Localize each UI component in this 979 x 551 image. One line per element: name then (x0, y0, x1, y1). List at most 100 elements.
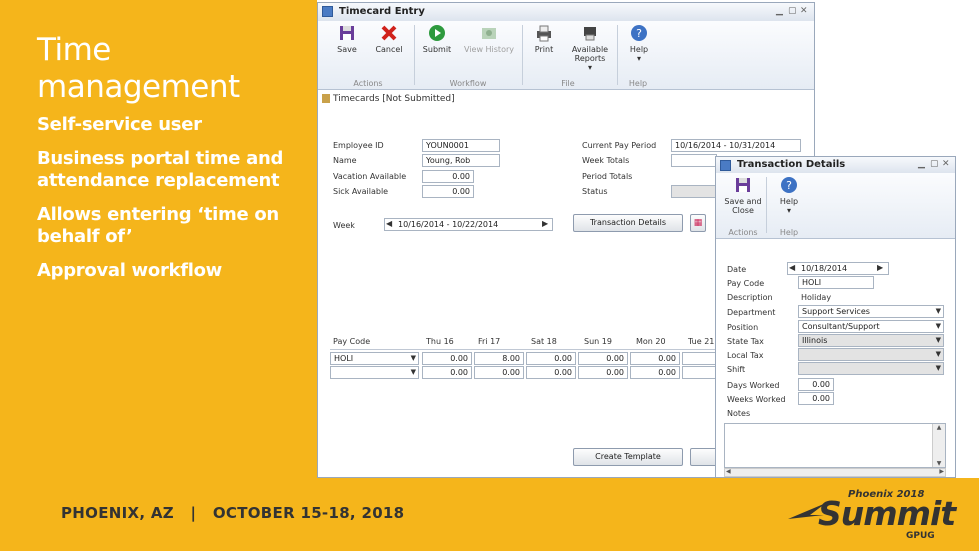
grid-header-day: Sat 18 (531, 337, 557, 346)
ribbon-separator (414, 25, 415, 85)
help-button[interactable]: ? Help ▾ (768, 176, 810, 215)
prev-date-icon[interactable]: ◀ (789, 263, 795, 272)
bullet-item: Approval workflow (37, 260, 222, 281)
horizontal-scrollbar[interactable]: ◀ ▶ (724, 468, 946, 477)
hours-cell[interactable]: 0.00 (630, 366, 680, 379)
grid-header-day: Sun 19 (584, 337, 612, 346)
bullet-item: Allows entering ‘time on behalf of’ (37, 204, 279, 247)
next-week-icon[interactable]: ▶ (542, 219, 548, 228)
description-value: Holiday (801, 293, 832, 302)
minimize-icon[interactable]: ▁ (776, 6, 783, 16)
save-and-close-button[interactable]: Save and Close (720, 176, 766, 215)
view-history-label: View History (464, 45, 514, 54)
employee-id-field[interactable]: YOUN0001 (422, 139, 500, 152)
week-value: 10/16/2014 - 10/22/2014 (398, 220, 499, 229)
available-reports-button[interactable]: Available Reports ▾ (568, 24, 612, 72)
hours-cell[interactable]: 0.00 (630, 352, 680, 365)
prev-week-icon[interactable]: ◀ (386, 219, 392, 228)
sick-available-label: Sick Available (333, 187, 389, 196)
window-title: Transaction Details (737, 159, 846, 170)
current-pay-period-field: 10/16/2014 - 10/31/2014 (671, 139, 801, 152)
weeks-worked-field[interactable]: 0.00 (798, 392, 834, 405)
print-button[interactable]: Print (523, 24, 565, 54)
shift-select[interactable]: ▼ (798, 362, 944, 375)
department-label: Department (727, 308, 776, 317)
hours-cell[interactable] (682, 352, 716, 365)
logo-main-text: Summit (818, 494, 956, 533)
cancel-button[interactable]: Cancel (368, 24, 410, 54)
week-selector[interactable]: 10/16/2014 - 10/22/2014 (384, 218, 553, 231)
department-select[interactable]: Support Services ▼ (798, 305, 944, 318)
hours-cell[interactable]: 8.00 (474, 352, 524, 365)
svg-text:?: ? (786, 179, 792, 192)
hours-cell[interactable]: 0.00 (526, 352, 576, 365)
status-label: Status (582, 187, 608, 196)
slide-panel: Time management Self-service user Busine… (0, 0, 317, 478)
chevron-down-icon: ▼ (410, 354, 416, 362)
scroll-left-icon[interactable]: ◀ (726, 468, 731, 475)
minimize-icon[interactable]: ▁ (918, 159, 925, 169)
paycode-select[interactable]: ▼ (330, 366, 419, 379)
hours-cell[interactable]: 0.00 (578, 352, 628, 365)
date-label: Date (727, 265, 747, 274)
window-title: Timecard Entry (339, 6, 425, 17)
hours-cell[interactable]: 0.00 (422, 366, 472, 379)
scroll-right-icon[interactable]: ▶ (939, 468, 944, 475)
date-value: 10/18/2014 (801, 264, 848, 273)
shift-label: Shift (727, 365, 746, 374)
state-tax-select[interactable]: Illinois ▼ (798, 334, 944, 347)
pay-code-field: HOLI (798, 276, 874, 289)
week-totals-label: Week Totals (582, 156, 630, 165)
available-reports-label: Available Reports (571, 45, 609, 63)
transaction-details-button[interactable]: Transaction Details (573, 214, 683, 232)
bullet-item: Self-service user (37, 114, 202, 135)
date-field[interactable]: 10/18/2014 (787, 262, 889, 275)
window-titlebar: Timecard Entry ▁ ▢ ✕ (318, 3, 814, 22)
calendar-button[interactable]: ▦ (690, 214, 706, 232)
chevron-down-icon: ▼ (935, 364, 941, 372)
scroll-down-icon[interactable]: ▼ (933, 460, 945, 467)
state-tax-value: Illinois (802, 336, 828, 345)
group-label-actions: Actions (728, 228, 758, 237)
grid-header-paycode: Pay Code (333, 337, 371, 346)
position-select[interactable]: Consultant/Support ▼ (798, 320, 944, 333)
save-icon (734, 176, 752, 194)
chevron-down-icon: ▼ (935, 336, 941, 344)
sick-available-field: 0.00 (422, 185, 474, 198)
help-button[interactable]: ? Help ▾ (618, 24, 660, 63)
weeks-worked-label: Weeks Worked (727, 395, 786, 404)
notes-label: Notes (727, 409, 751, 418)
close-icon[interactable]: ✕ (800, 6, 808, 16)
view-history-button[interactable]: View History (463, 24, 515, 54)
scroll-up-icon[interactable]: ▲ (933, 424, 945, 431)
name-field[interactable]: Young, Rob (422, 154, 500, 167)
days-worked-field[interactable]: 0.00 (798, 378, 834, 391)
pay-code-label: Pay Code (727, 279, 765, 288)
paycode-value: HOLI (334, 354, 354, 363)
save-button[interactable]: Save (326, 24, 368, 54)
print-label: Print (534, 45, 554, 54)
create-template-button[interactable]: Create Template (573, 448, 683, 466)
hours-cell[interactable]: 0.00 (422, 352, 472, 365)
save-and-close-label: Save and Close (724, 197, 762, 215)
paycode-select[interactable]: HOLI ▼ (330, 352, 419, 365)
chevron-down-icon: ▾ (786, 206, 791, 215)
hours-cell[interactable]: 0.00 (474, 366, 524, 379)
ribbon-toolbar: Save and Close ? Help ▾ Actions Help (716, 173, 955, 239)
maximize-icon[interactable]: ▢ (788, 6, 797, 16)
hours-cell[interactable]: 0.00 (578, 366, 628, 379)
group-label-workflow: Workflow (449, 79, 487, 88)
local-tax-select[interactable]: ▼ (798, 348, 944, 361)
hours-cell[interactable] (682, 366, 716, 379)
notes-scrollbar[interactable]: ▲ ▼ (932, 424, 945, 467)
submit-button[interactable]: Submit (416, 24, 458, 54)
close-icon[interactable]: ✕ (942, 159, 950, 169)
description-label: Description (727, 293, 773, 302)
status-field (671, 185, 717, 198)
group-label-help: Help (628, 79, 648, 88)
notes-textarea[interactable]: ▲ ▼ (724, 423, 946, 468)
maximize-icon[interactable]: ▢ (930, 159, 939, 169)
next-date-icon[interactable]: ▶ (877, 263, 883, 272)
hours-cell[interactable]: 0.00 (526, 366, 576, 379)
group-label-file: File (561, 79, 575, 88)
